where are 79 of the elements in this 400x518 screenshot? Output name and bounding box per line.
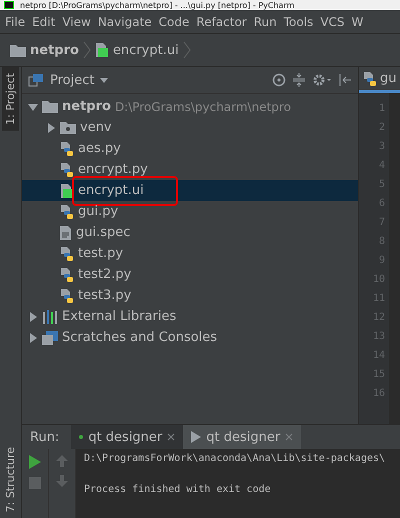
tree-item[interactable]: encrypt.ui bbox=[22, 180, 358, 201]
editor-tab[interactable]: gu bbox=[359, 67, 400, 93]
tree-item-label: Scratches and Consoles bbox=[62, 330, 218, 345]
running-dot-icon bbox=[79, 435, 84, 439]
menu-item[interactable]: Run bbox=[254, 14, 277, 28]
close-icon[interactable] bbox=[167, 433, 176, 441]
qt-file-icon bbox=[94, 42, 109, 58]
tree-item[interactable]: test2.py bbox=[22, 264, 358, 285]
chevron-icon bbox=[182, 41, 191, 59]
hide-panel-icon[interactable] bbox=[338, 73, 352, 87]
tree-item-label: test2.py bbox=[78, 267, 132, 282]
console-line: D:\ProgramsForWork\anaconda\Ana\Lib\site-packages\ bbox=[84, 453, 386, 464]
text-file-icon bbox=[60, 224, 72, 240]
python-file-icon bbox=[60, 288, 74, 304]
app-icon bbox=[4, 1, 14, 9]
menu-item[interactable]: W bbox=[352, 14, 364, 28]
tree-item[interactable]: test.py bbox=[22, 243, 358, 264]
collapse-all-icon[interactable] bbox=[292, 73, 306, 87]
menu-item[interactable]: Navigate bbox=[98, 14, 152, 28]
tree-item-label: External Libraries bbox=[62, 309, 176, 324]
menu-item[interactable]: View bbox=[62, 14, 91, 28]
expanded-arrow-icon[interactable] bbox=[28, 102, 38, 112]
console-icon bbox=[42, 330, 58, 344]
folder-path: D:\ProGrams\pycharm\netpro bbox=[114, 100, 291, 114]
menu-item[interactable]: Edit bbox=[32, 14, 56, 28]
libraries-icon bbox=[42, 310, 58, 324]
python-file-icon bbox=[60, 162, 74, 178]
folder-icon bbox=[42, 100, 58, 113]
python-file-icon bbox=[363, 70, 377, 86]
python-file-icon bbox=[60, 266, 74, 282]
run-icon[interactable] bbox=[29, 455, 41, 469]
qt-file-icon bbox=[60, 182, 74, 198]
window-title: netpro [D:\ProGrams\pycharm\netpro] - ...\gui.py [netpro] - PyCharm bbox=[20, 0, 294, 10]
side-tool-tab[interactable]: 7: Structure bbox=[2, 440, 19, 518]
tree-item-label: test.py bbox=[78, 246, 124, 261]
folder-icon bbox=[60, 121, 76, 134]
tree-item-label: gui.spec bbox=[76, 225, 130, 240]
menu-item[interactable]: VCS bbox=[320, 14, 345, 28]
folder-icon bbox=[10, 44, 26, 56]
tree-item-label: aes.py bbox=[78, 141, 121, 156]
collapsed-arrow-icon[interactable] bbox=[28, 312, 38, 322]
menu-item[interactable]: Code bbox=[158, 14, 190, 28]
tree-item[interactable]: External Libraries bbox=[22, 306, 358, 327]
tree-item-label: encrypt.ui bbox=[78, 183, 144, 198]
side-tool-tab[interactable]: 1: Project bbox=[2, 67, 19, 131]
dropdown-caret-icon[interactable] bbox=[100, 78, 108, 82]
collapsed-arrow-icon[interactable] bbox=[46, 122, 56, 132]
tree-item[interactable]: venv bbox=[22, 117, 358, 138]
python-file-icon bbox=[60, 246, 74, 262]
collapsed-arrow-icon[interactable] bbox=[28, 332, 38, 342]
tree-item[interactable]: gui.py bbox=[22, 201, 358, 222]
tree-item-label: test3.py bbox=[78, 288, 132, 303]
locate-icon[interactable] bbox=[272, 73, 286, 87]
menu-item[interactable]: Tools bbox=[284, 14, 314, 28]
breadcrumb-item[interactable]: encrypt.ui bbox=[112, 42, 179, 58]
tree-item-label: encrypt.py bbox=[78, 162, 148, 177]
tree-item-label: venv bbox=[80, 120, 112, 135]
run-tab[interactable]: qt designer bbox=[183, 425, 302, 449]
window-icon bbox=[28, 73, 44, 87]
tree-item[interactable]: Scratches and Consoles bbox=[22, 327, 358, 348]
tree-item[interactable]: netpro D:\ProGrams\pycharm\netpro bbox=[22, 96, 358, 117]
tree-item[interactable]: gui.spec bbox=[22, 222, 358, 243]
chevron-icon bbox=[82, 41, 91, 59]
menu-item[interactable]: Refactor bbox=[196, 14, 247, 28]
menu-item[interactable]: File bbox=[5, 14, 26, 28]
play-icon bbox=[191, 431, 202, 443]
tree-item-label: gui.py bbox=[78, 204, 118, 219]
tree-item[interactable]: aes.py bbox=[22, 138, 358, 159]
tree-item[interactable]: encrypt.py bbox=[22, 159, 358, 180]
run-tab[interactable]: qt designer bbox=[71, 425, 184, 449]
run-label: Run: bbox=[30, 430, 60, 444]
tree-item[interactable]: test3.py bbox=[22, 285, 358, 306]
settings-icon[interactable] bbox=[312, 73, 332, 87]
panel-title[interactable]: Project bbox=[50, 72, 94, 88]
python-file-icon bbox=[60, 204, 74, 220]
tree-item-label: netpro bbox=[62, 99, 111, 114]
breadcrumb-item[interactable]: netpro bbox=[30, 42, 79, 58]
python-file-icon bbox=[60, 140, 74, 156]
console-line: Process finished with exit code bbox=[84, 484, 272, 495]
